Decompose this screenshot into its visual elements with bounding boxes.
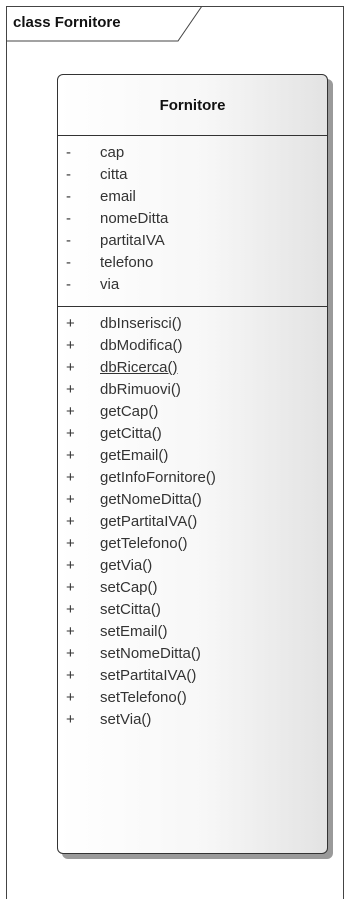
visibility-marker: + bbox=[66, 623, 75, 640]
visibility-marker: + bbox=[66, 425, 75, 442]
operation-name: setCitta() bbox=[100, 601, 161, 618]
visibility-marker: + bbox=[66, 315, 75, 332]
operation-name: getNomeDitta() bbox=[100, 491, 202, 508]
visibility-marker: - bbox=[66, 232, 71, 249]
attribute-name: cap bbox=[100, 144, 125, 161]
operation-row[interactable]: + setCitta() bbox=[58, 599, 327, 621]
operation-name: getCitta() bbox=[100, 425, 162, 442]
visibility-marker: - bbox=[66, 254, 71, 271]
attributes-compartment: - cap - citta - email - nomeDitta - partitaIVA - te… bbox=[58, 136, 327, 307]
operation-row[interactable]: + setPartitaIVA() bbox=[58, 665, 327, 687]
operation-name: dbRicerca() bbox=[100, 359, 178, 376]
visibility-marker: + bbox=[66, 359, 75, 376]
operation-row[interactable]: + setNomeDitta() bbox=[58, 643, 327, 665]
operation-name: setPartitaIVA() bbox=[100, 667, 197, 684]
operation-name: dbRimuovi() bbox=[100, 381, 181, 398]
operation-row[interactable]: + getInfoFornitore() bbox=[58, 467, 327, 489]
visibility-marker: + bbox=[66, 711, 75, 728]
diagram-frame-tab: class Fornitore bbox=[6, 6, 206, 42]
attribute-name: citta bbox=[100, 166, 128, 183]
operation-name: setCap() bbox=[100, 579, 158, 596]
operation-row[interactable]: + setEmail() bbox=[58, 621, 327, 643]
operations-compartment: + dbInserisci() + dbModifica() + dbRicerca() +… bbox=[58, 307, 327, 731]
attribute-name: partitaIVA bbox=[100, 232, 165, 249]
class-name-compartment: Fornitore bbox=[58, 75, 327, 136]
class-box[interactable]: Fornitore - cap - citta - email - nomeDitta - par… bbox=[57, 74, 328, 854]
operation-name: getTelefono() bbox=[100, 535, 188, 552]
visibility-marker: + bbox=[66, 645, 75, 662]
operation-name: setTelefono() bbox=[100, 689, 187, 706]
operation-row[interactable]: + dbRicerca() bbox=[58, 357, 327, 379]
operation-name: getVia() bbox=[100, 557, 153, 574]
visibility-marker: + bbox=[66, 579, 75, 596]
operation-row[interactable]: + dbModifica() bbox=[58, 335, 327, 357]
attribute-name: via bbox=[100, 276, 120, 293]
visibility-marker: + bbox=[66, 535, 75, 552]
attribute-row[interactable]: - via bbox=[58, 274, 327, 296]
visibility-marker: + bbox=[66, 601, 75, 618]
operation-row[interactable]: + getCap() bbox=[58, 401, 327, 423]
visibility-marker: + bbox=[66, 381, 75, 398]
operation-row[interactable]: + setVia() bbox=[58, 709, 327, 731]
operation-row[interactable]: + getEmail() bbox=[58, 445, 327, 467]
attribute-name: email bbox=[100, 188, 136, 205]
operation-row[interactable]: + dbInserisci() bbox=[58, 313, 327, 335]
operation-row[interactable]: + setTelefono() bbox=[58, 687, 327, 709]
attribute-row[interactable]: - nomeDitta bbox=[58, 208, 327, 230]
visibility-marker: + bbox=[66, 337, 75, 354]
operation-row[interactable]: + getVia() bbox=[58, 555, 327, 577]
operation-row[interactable]: + getNomeDitta() bbox=[58, 489, 327, 511]
visibility-marker: + bbox=[66, 557, 75, 574]
operation-name: setNomeDitta() bbox=[100, 645, 201, 662]
visibility-marker: + bbox=[66, 513, 75, 530]
visibility-marker: + bbox=[66, 689, 75, 706]
visibility-marker: + bbox=[66, 491, 75, 508]
attribute-name: telefono bbox=[100, 254, 154, 271]
operation-name: dbModifica() bbox=[100, 337, 183, 354]
operation-row[interactable]: + dbRimuovi() bbox=[58, 379, 327, 401]
operation-row[interactable]: + getTelefono() bbox=[58, 533, 327, 555]
operation-row[interactable]: + getPartitaIVA() bbox=[58, 511, 327, 533]
attribute-row[interactable]: - citta bbox=[58, 164, 327, 186]
frame-title: class Fornitore bbox=[13, 14, 121, 31]
attribute-row[interactable]: - email bbox=[58, 186, 327, 208]
operation-name: getInfoFornitore() bbox=[100, 469, 216, 486]
attribute-row[interactable]: - telefono bbox=[58, 252, 327, 274]
operation-row[interactable]: + getCitta() bbox=[58, 423, 327, 445]
operation-name: getCap() bbox=[100, 403, 159, 420]
visibility-marker: - bbox=[66, 166, 71, 183]
visibility-marker: - bbox=[66, 144, 71, 161]
attribute-row[interactable]: - cap bbox=[58, 142, 327, 164]
attribute-name: nomeDitta bbox=[100, 210, 169, 227]
visibility-marker: + bbox=[66, 667, 75, 684]
visibility-marker: + bbox=[66, 469, 75, 486]
class-name: Fornitore bbox=[159, 96, 226, 114]
operation-name: getEmail() bbox=[100, 447, 169, 464]
operation-name: setEmail() bbox=[100, 623, 168, 640]
operation-row[interactable]: + setCap() bbox=[58, 577, 327, 599]
visibility-marker: - bbox=[66, 188, 71, 205]
operation-name: setVia() bbox=[100, 711, 152, 728]
visibility-marker: + bbox=[66, 403, 75, 420]
attribute-row[interactable]: - partitaIVA bbox=[58, 230, 327, 252]
visibility-marker: - bbox=[66, 210, 71, 227]
visibility-marker: + bbox=[66, 447, 75, 464]
visibility-marker: - bbox=[66, 276, 71, 293]
operation-name: getPartitaIVA() bbox=[100, 513, 198, 530]
operation-name: dbInserisci() bbox=[100, 315, 182, 332]
